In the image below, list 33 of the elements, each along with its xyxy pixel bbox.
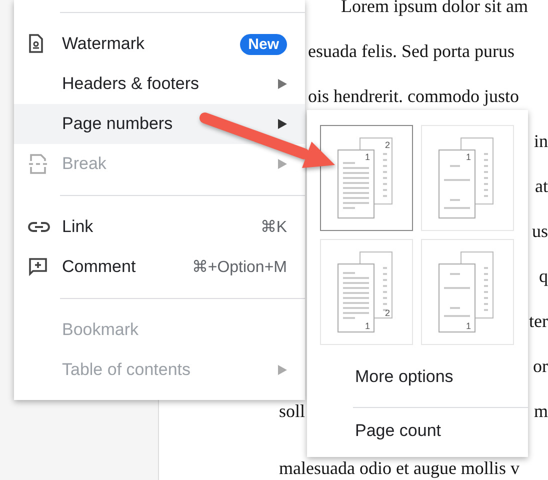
document-text: or <box>533 356 548 377</box>
page-number-option[interactable]: 1 2 <box>320 239 413 345</box>
document-text: at <box>535 176 548 197</box>
pages-drawing: 1 <box>434 250 500 334</box>
menu-item[interactable]: Page count <box>355 408 528 453</box>
menu-item[interactable]: Comment ⌘+Option+M <box>14 247 305 287</box>
menu-item[interactable]: Page numbers <box>14 104 305 144</box>
document-text: m <box>534 401 548 422</box>
shortcut-text: ⌘+Option+M <box>192 258 287 277</box>
document-text: q <box>539 266 548 287</box>
menu-item[interactable]: Link ⌘K <box>14 207 305 247</box>
link-icon <box>28 221 50 233</box>
pages-drawing: 1 2 <box>334 136 400 220</box>
document-text: us <box>532 221 548 242</box>
menu-item[interactable]: More options <box>355 354 528 399</box>
menu-item[interactable]: Headers & footers <box>14 64 305 104</box>
document-text: ter <box>529 311 548 332</box>
document-text: malesuada odio et augue mollis v <box>279 458 520 479</box>
page-number-option[interactable]: 1 2 <box>320 125 413 231</box>
shortcut-text: ⌘K <box>260 218 287 237</box>
document-text: in <box>534 131 548 152</box>
page-number-option[interactable]: 1 <box>421 239 514 345</box>
document-text: ois hendrerit. commodo justo <box>308 86 519 107</box>
page-break-icon <box>28 153 48 175</box>
document-text: soll <box>279 401 306 422</box>
pages-drawing: 1 2 <box>334 250 400 334</box>
document-text: esuada felis. Sed porta purus <box>308 41 514 62</box>
new-badge: New <box>240 34 287 54</box>
page-number-option[interactable]: 1 <box>421 125 514 231</box>
menu-item[interactable]: Watermark New <box>14 24 305 64</box>
pages-drawing: 1 <box>434 136 500 220</box>
comment-icon <box>28 257 48 277</box>
document-icon <box>28 34 44 54</box>
